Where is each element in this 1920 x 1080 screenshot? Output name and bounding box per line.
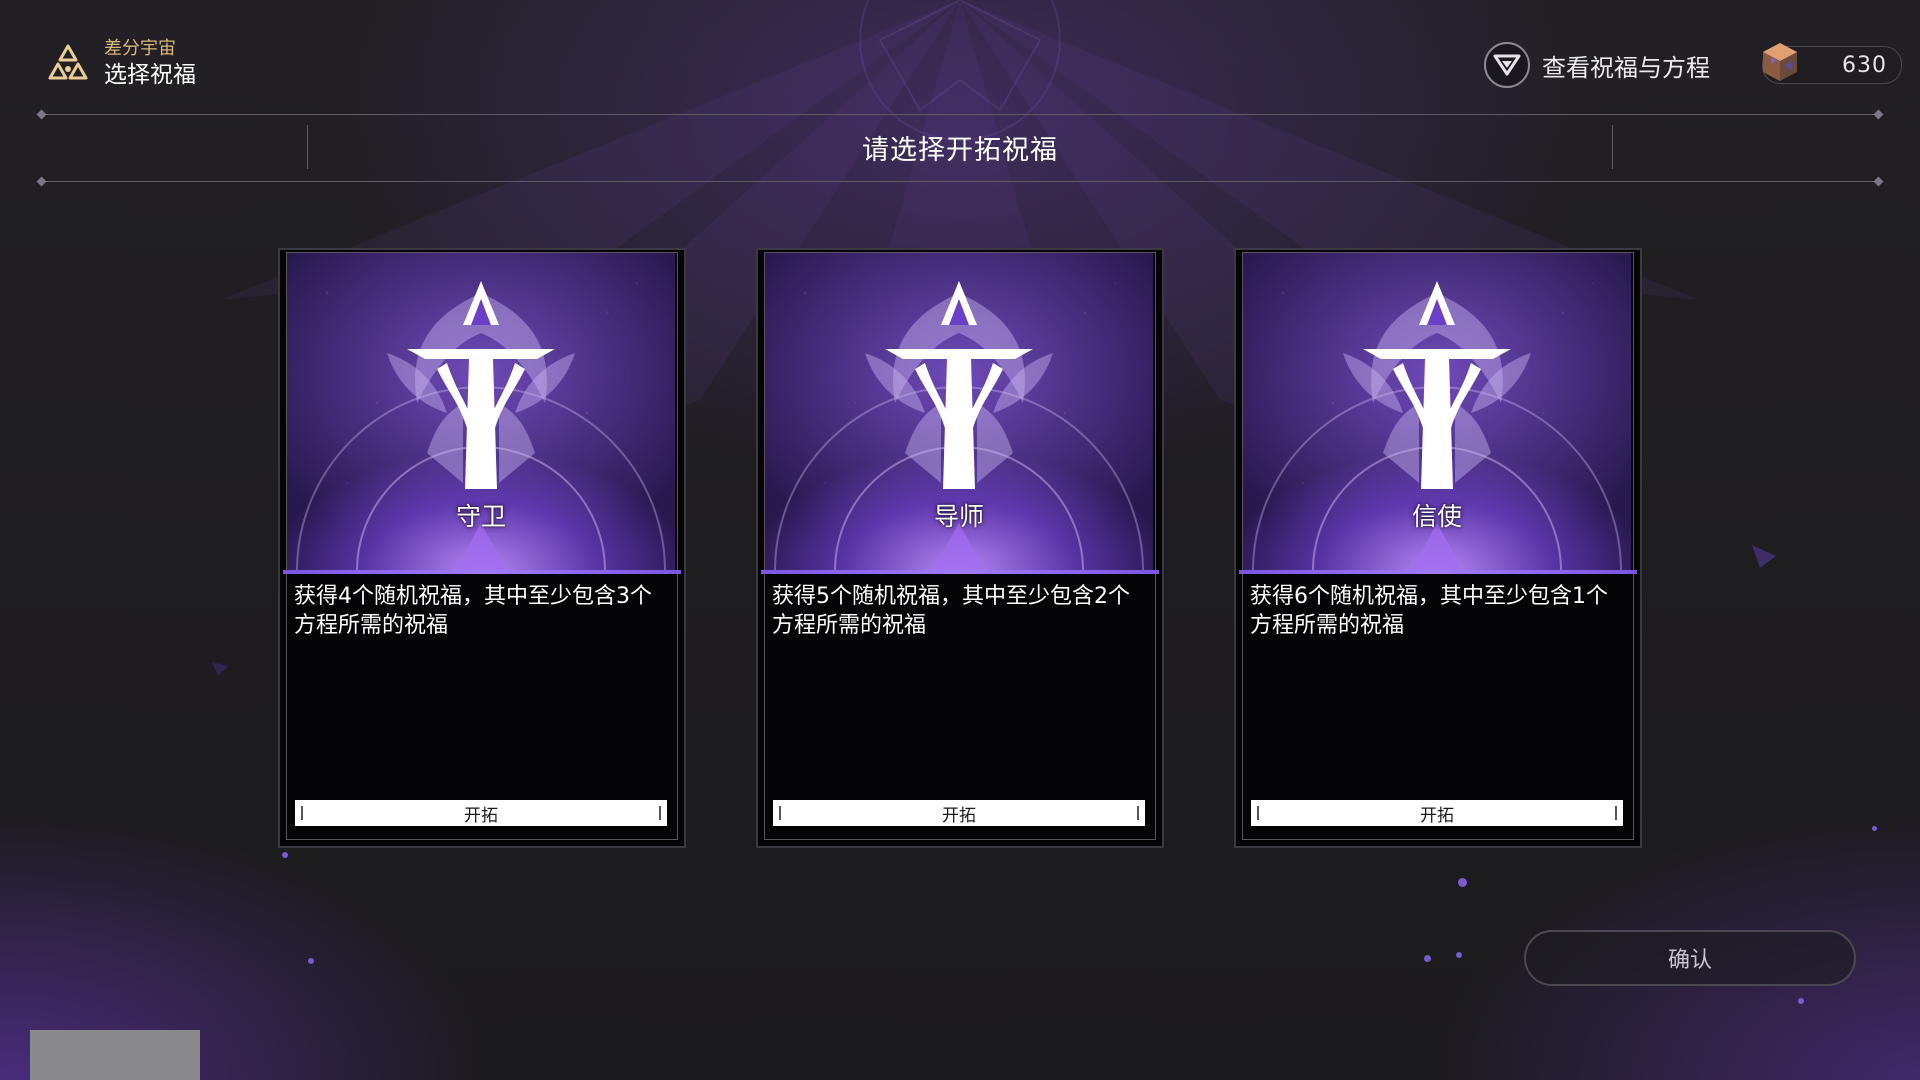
particle <box>1424 955 1431 962</box>
card-art: 守卫 <box>287 253 675 571</box>
tag-bar-right <box>1137 806 1139 820</box>
tag-bar-left <box>779 806 781 820</box>
blessing-card-1[interactable]: 守卫 获得4个随机祝福，其中至少包含3个方程所需的祝福 开拓 <box>278 248 686 848</box>
chevron-down-emblem-icon <box>1493 54 1521 76</box>
card-divider <box>1239 570 1637 574</box>
currency-cube-icon <box>1763 43 1797 81</box>
currency-amount: 630 <box>1842 52 1887 78</box>
prompt-title: 请选择开拓祝福 <box>862 135 1058 166</box>
path-tag: 开拓 <box>295 800 667 826</box>
tag-bar-left <box>301 806 303 820</box>
particle <box>282 852 288 858</box>
card-divider <box>283 570 681 574</box>
blessing-card-3[interactable]: 信使 获得6个随机祝福，其中至少包含1个方程所需的祝福 开拓 <box>1234 248 1642 848</box>
confirm-button[interactable]: 确认 <box>1524 930 1856 986</box>
path-tag-label: 开拓 <box>1420 805 1454 826</box>
particle <box>308 958 314 964</box>
card-art: 导师 <box>765 253 1153 571</box>
path-tag: 开拓 <box>773 800 1145 826</box>
path-tag-label: 开拓 <box>464 805 498 826</box>
particle <box>1798 998 1804 1004</box>
band-top-line <box>40 114 1880 115</box>
blessing-description: 获得5个随机祝福，其中至少包含2个方程所需的祝福 <box>772 584 1130 638</box>
path-tag-label: 开拓 <box>942 805 976 826</box>
blessing-name: 导师 <box>933 502 984 531</box>
blessing-description: 获得4个随机祝福，其中至少包含3个方程所需的祝福 <box>294 584 652 638</box>
card-divider <box>761 570 1159 574</box>
particle <box>1458 878 1467 887</box>
blessing-description: 获得6个随机祝福，其中至少包含1个方程所需的祝福 <box>1250 584 1608 638</box>
trinity-logo-icon <box>48 44 88 80</box>
screen-title: 选择祝福 <box>104 62 196 88</box>
view-blessings-button[interactable]: 查看祝福与方程 <box>1484 40 1710 90</box>
card-art: 信使 <box>1243 253 1631 571</box>
game-screen: 差分宇宙 选择祝福 查看祝福与方程 630 请选择开拓祝福 守卫 获得4个随机祝… <box>0 0 1920 1080</box>
view-button-ring <box>1484 42 1530 88</box>
view-button-label: 查看祝福与方程 <box>1542 53 1710 82</box>
mode-breadcrumb: 差分宇宙 选择祝福 <box>44 38 196 90</box>
currency-counter: 630 <box>1762 43 1902 84</box>
mode-label: 差分宇宙 <box>104 38 176 59</box>
particle <box>1456 952 1462 958</box>
blessing-name: 守卫 <box>455 502 506 531</box>
path-tag: 开拓 <box>1251 800 1623 826</box>
corner-overlay-block <box>30 1030 200 1080</box>
particle <box>1872 826 1877 831</box>
tag-bar-left <box>1257 806 1259 820</box>
blessing-name: 信使 <box>1411 502 1462 531</box>
blessing-card-2[interactable]: 导师 获得5个随机祝福，其中至少包含2个方程所需的祝福 开拓 <box>756 248 1164 848</box>
tag-bar-right <box>1615 806 1617 820</box>
tag-bar-right <box>659 806 661 820</box>
band-bottom-line <box>40 181 1880 182</box>
